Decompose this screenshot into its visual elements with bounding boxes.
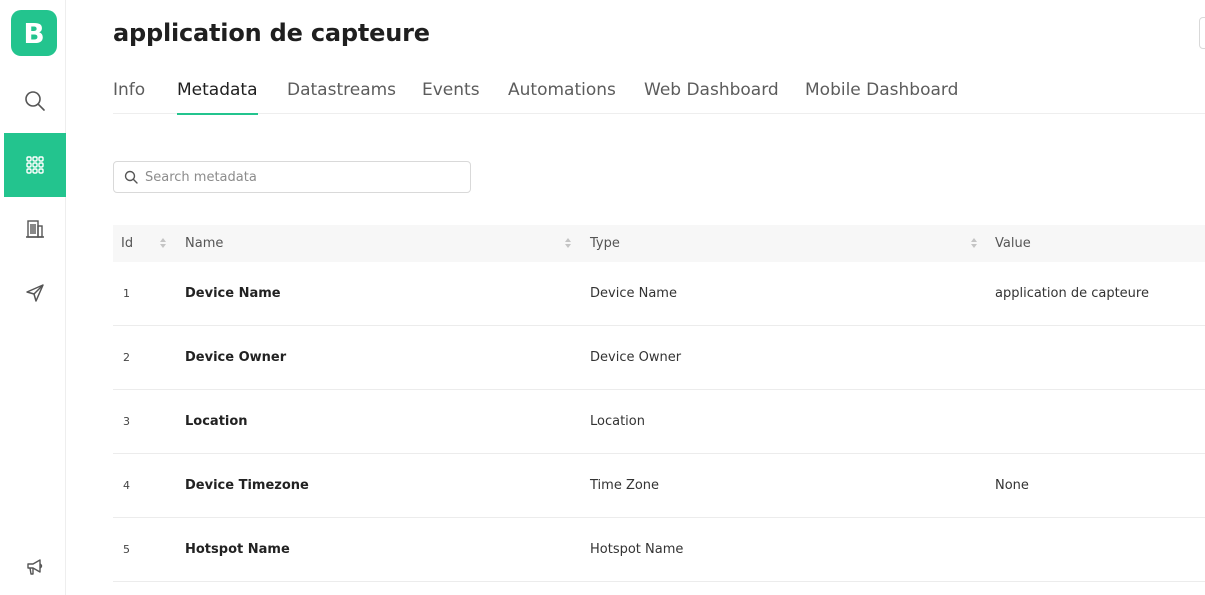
- sort-icon[interactable]: [970, 237, 978, 249]
- row-id: 3: [123, 415, 130, 428]
- app-root: B application de capteure Info Metadata …: [0, 0, 1205, 595]
- row-type: Location: [590, 414, 645, 429]
- table-row[interactable]: 5 Hotspot Name Hotspot Name: [113, 518, 1205, 582]
- tab-automations[interactable]: Automations: [508, 78, 616, 114]
- grid-icon: [26, 156, 44, 174]
- row-id: 4: [123, 479, 130, 492]
- row-id: 5: [123, 543, 130, 556]
- row-name: Device Timezone: [185, 478, 309, 493]
- header-action-button[interactable]: [1199, 17, 1205, 49]
- sort-icon[interactable]: [159, 237, 167, 249]
- row-id: 2: [123, 351, 130, 364]
- table-row[interactable]: 3 Location Location: [113, 390, 1205, 454]
- tab-datastreams[interactable]: Datastreams: [287, 78, 396, 114]
- search-icon: [24, 90, 46, 112]
- tab-events[interactable]: Events: [422, 78, 480, 114]
- sidebar-item-templates[interactable]: [4, 133, 66, 197]
- row-name: Device Name: [185, 286, 281, 301]
- table-header: Id Name Type Value: [113, 225, 1205, 262]
- sidebar-item-send[interactable]: [4, 261, 66, 325]
- logo[interactable]: B: [11, 10, 57, 56]
- main-content: application de capteure Info Metadata Da…: [66, 0, 1205, 595]
- page-title: application de capteure: [113, 19, 430, 47]
- tab-web-dashboard[interactable]: Web Dashboard: [644, 78, 779, 114]
- sort-icon[interactable]: [564, 237, 572, 249]
- megaphone-icon: [25, 557, 45, 577]
- row-name: Device Owner: [185, 350, 287, 365]
- tab-bar: Info Metadata Datastreams Events Automat…: [113, 78, 1205, 115]
- column-header-type[interactable]: Type: [590, 225, 620, 262]
- search-input[interactable]: [145, 169, 445, 185]
- sidebar-item-search[interactable]: [4, 69, 66, 133]
- row-value: application de capteure: [995, 286, 1149, 301]
- column-header-id[interactable]: Id: [121, 225, 133, 262]
- logo-letter: B: [23, 16, 45, 50]
- sidebar-item-organizations[interactable]: [4, 197, 66, 261]
- sidebar-item-announcements[interactable]: [4, 535, 66, 595]
- row-name: Location: [185, 414, 248, 429]
- search-icon: [124, 170, 138, 184]
- tab-info[interactable]: Info: [113, 78, 145, 114]
- table-row[interactable]: 4 Device Timezone Time Zone None: [113, 454, 1205, 518]
- column-header-value[interactable]: Value: [995, 225, 1031, 262]
- send-icon: [25, 283, 45, 303]
- metadata-table: Id Name Type Value 1 Device Name Device …: [113, 225, 1205, 582]
- row-type: Time Zone: [590, 478, 660, 493]
- column-header-name[interactable]: Name: [185, 225, 223, 262]
- row-name: Hotspot Name: [185, 542, 290, 557]
- row-type: Device Name: [590, 286, 677, 301]
- sidebar: B: [0, 0, 66, 595]
- building-icon: [25, 219, 45, 239]
- row-type: Hotspot Name: [590, 542, 684, 557]
- tab-metadata[interactable]: Metadata: [177, 78, 258, 115]
- table-row[interactable]: 2 Device Owner Device Owner: [113, 326, 1205, 390]
- row-id: 1: [123, 287, 130, 300]
- search-box: [113, 161, 471, 193]
- row-type: Device Owner: [590, 350, 682, 365]
- tab-mobile-dashboard[interactable]: Mobile Dashboard: [805, 78, 958, 114]
- row-value: None: [995, 478, 1029, 493]
- table-row[interactable]: 1 Device Name Device Name application de…: [113, 262, 1205, 326]
